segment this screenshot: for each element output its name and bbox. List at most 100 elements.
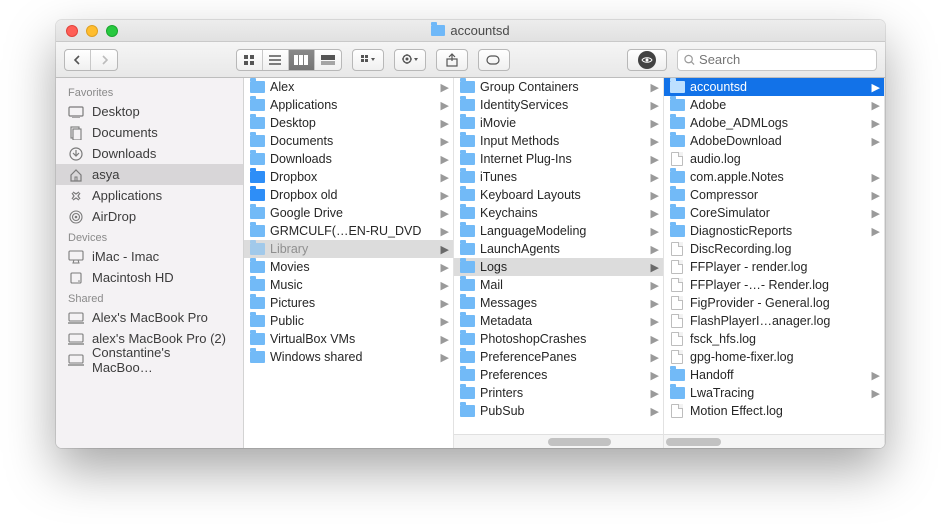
- tags-button[interactable]: [478, 49, 510, 71]
- arrange-button[interactable]: [352, 49, 384, 71]
- file-row[interactable]: LaunchAgents▶: [454, 240, 663, 258]
- file-row[interactable]: Adobe_ADMLogs▶: [664, 114, 884, 132]
- file-row[interactable]: Documents▶: [244, 132, 453, 150]
- chevron-right-icon: ▶: [648, 333, 659, 346]
- nav-group: [64, 49, 118, 71]
- sidebar-item[interactable]: Macintosh HD: [56, 267, 243, 288]
- file-row[interactable]: Preferences▶: [454, 366, 663, 384]
- file-row[interactable]: Keyboard Layouts▶: [454, 186, 663, 204]
- chevron-right-icon: ▶: [438, 297, 449, 310]
- file-row[interactable]: Input Methods▶: [454, 132, 663, 150]
- file-row[interactable]: Printers▶: [454, 384, 663, 402]
- file-row[interactable]: VirtualBox VMs▶: [244, 330, 453, 348]
- minimize-window-button[interactable]: [86, 25, 98, 37]
- close-window-button[interactable]: [66, 25, 78, 37]
- file-row[interactable]: com.apple.Notes▶: [664, 168, 884, 186]
- file-row[interactable]: Compressor▶: [664, 186, 884, 204]
- file-row[interactable]: FFPlayer -…- Render.log: [664, 276, 884, 294]
- file-row-label: accountsd: [690, 80, 869, 94]
- file-row[interactable]: Desktop▶: [244, 114, 453, 132]
- coverflow-view-button[interactable]: [315, 50, 341, 70]
- file-row[interactable]: FFPlayer - render.log: [664, 258, 884, 276]
- sidebar-item[interactable]: Desktop: [56, 101, 243, 122]
- file-row[interactable]: AdobeDownload▶: [664, 132, 884, 150]
- file-row[interactable]: Public▶: [244, 312, 453, 330]
- column-scrollbar[interactable]: [664, 434, 884, 448]
- file-row[interactable]: PreferencePanes▶: [454, 348, 663, 366]
- chevron-right-icon: ▶: [648, 225, 659, 238]
- forward-button[interactable]: [91, 50, 117, 70]
- file-row[interactable]: fsck_hfs.log: [664, 330, 884, 348]
- file-row[interactable]: PhotoshopCrashes▶: [454, 330, 663, 348]
- file-row[interactable]: Library▶: [244, 240, 453, 258]
- chevron-right-icon: ▶: [438, 279, 449, 292]
- sidebar-item[interactable]: iMac - Imac: [56, 246, 243, 267]
- file-row[interactable]: Keychains▶: [454, 204, 663, 222]
- file-row[interactable]: LwaTracing▶: [664, 384, 884, 402]
- icon-view-button[interactable]: [237, 50, 263, 70]
- list-view-button[interactable]: [263, 50, 289, 70]
- search-input[interactable]: [699, 52, 870, 67]
- file-row[interactable]: Handoff▶: [664, 366, 884, 384]
- file-row[interactable]: Adobe▶: [664, 96, 884, 114]
- file-row[interactable]: Pictures▶: [244, 294, 453, 312]
- file-row[interactable]: Google Drive▶: [244, 204, 453, 222]
- file-row-label: fsck_hfs.log: [690, 332, 880, 346]
- file-row[interactable]: Internet Plug-Ins▶: [454, 150, 663, 168]
- file-row[interactable]: Alex▶: [244, 78, 453, 96]
- dropbox-badge-button[interactable]: [627, 49, 667, 71]
- action-button[interactable]: [394, 49, 426, 71]
- file-row-label: Group Containers: [480, 80, 648, 94]
- file-row[interactable]: Windows shared▶: [244, 348, 453, 366]
- file-row[interactable]: IdentityServices▶: [454, 96, 663, 114]
- column-browser: Alex▶Applications▶Desktop▶Documents▶Down…: [244, 78, 885, 448]
- file-row[interactable]: Applications▶: [244, 96, 453, 114]
- column-view-button[interactable]: [289, 50, 315, 70]
- file-row[interactable]: iMovie▶: [454, 114, 663, 132]
- chevron-right-icon: ▶: [869, 117, 880, 130]
- sidebar-item[interactable]: AirDrop: [56, 206, 243, 227]
- remote-icon: [68, 311, 84, 325]
- file-icon: [671, 314, 683, 328]
- file-row[interactable]: Music▶: [244, 276, 453, 294]
- folder-icon: [460, 315, 475, 327]
- file-row[interactable]: FlashPlayerI…anager.log: [664, 312, 884, 330]
- file-row[interactable]: Messages▶: [454, 294, 663, 312]
- file-row-label: Desktop: [270, 116, 438, 130]
- share-button[interactable]: [436, 49, 468, 71]
- file-row[interactable]: PubSub▶: [454, 402, 663, 420]
- file-row[interactable]: gpg-home-fixer.log: [664, 348, 884, 366]
- sidebar-item[interactable]: Applications: [56, 185, 243, 206]
- sidebar-item[interactable]: asya: [56, 164, 243, 185]
- file-row[interactable]: accountsd▶: [664, 78, 884, 96]
- sidebar-item[interactable]: Constantine's MacBoo…: [56, 349, 243, 370]
- file-row[interactable]: FigProvider - General.log: [664, 294, 884, 312]
- file-row[interactable]: audio.log: [664, 150, 884, 168]
- file-row[interactable]: Group Containers▶: [454, 78, 663, 96]
- chevron-right-icon: ▶: [648, 279, 659, 292]
- file-row[interactable]: Downloads▶: [244, 150, 453, 168]
- remote-icon: [68, 332, 84, 346]
- folder-icon: [460, 369, 475, 381]
- zoom-window-button[interactable]: [106, 25, 118, 37]
- search-field[interactable]: [677, 49, 877, 71]
- file-row[interactable]: DiscRecording.log: [664, 240, 884, 258]
- file-row[interactable]: Motion Effect.log: [664, 402, 884, 420]
- file-row[interactable]: iTunes▶: [454, 168, 663, 186]
- file-row[interactable]: LanguageModeling▶: [454, 222, 663, 240]
- file-row[interactable]: GRMCULF(…EN-RU_DVD▶: [244, 222, 453, 240]
- file-row[interactable]: DiagnosticReports▶: [664, 222, 884, 240]
- file-row[interactable]: Dropbox old▶: [244, 186, 453, 204]
- file-row[interactable]: Movies▶: [244, 258, 453, 276]
- file-row[interactable]: Metadata▶: [454, 312, 663, 330]
- back-button[interactable]: [65, 50, 91, 70]
- sidebar-item[interactable]: Alex's MacBook Pro: [56, 307, 243, 328]
- file-row[interactable]: Mail▶: [454, 276, 663, 294]
- file-row[interactable]: Dropbox▶: [244, 168, 453, 186]
- file-row[interactable]: CoreSimulator▶: [664, 204, 884, 222]
- sidebar-item[interactable]: Downloads: [56, 143, 243, 164]
- folder-icon: [250, 135, 265, 147]
- file-row[interactable]: Logs▶: [454, 258, 663, 276]
- column-scrollbar[interactable]: [454, 434, 663, 448]
- sidebar-item[interactable]: Documents: [56, 122, 243, 143]
